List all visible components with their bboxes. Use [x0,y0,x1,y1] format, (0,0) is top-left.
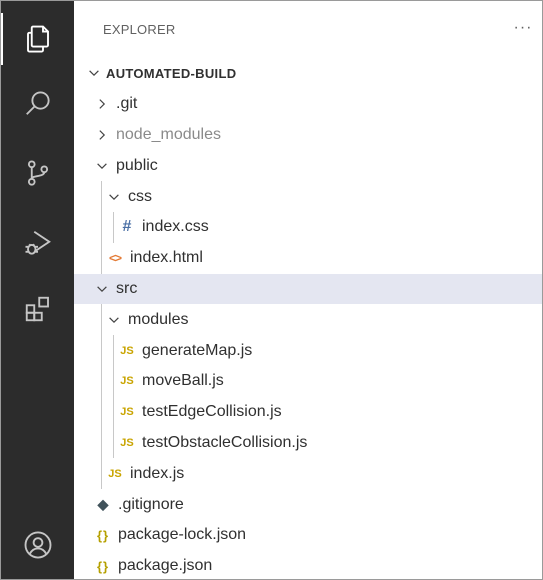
tree-item-label: .git [116,95,138,113]
more-actions-button[interactable]: ··· [512,19,534,41]
js-icon: JS [120,406,134,419]
explorer-sidebar: EXPLORER ··· AUTOMATED-BUILD .git node_mo… [74,1,542,579]
chevron-down-icon [94,281,110,297]
tree-item-label: testEdgeCollision.js [142,403,282,421]
tree-item-label: public [116,156,158,174]
indent-guide [101,242,102,274]
chevron-down-icon [106,189,122,205]
folder-row[interactable]: src [74,273,542,305]
indent-guide [101,335,102,366]
file-row[interactable]: JS index.js [74,458,542,490]
indent-guide [101,458,102,490]
folder-row[interactable]: node_modules [74,120,542,151]
indent-guide [113,427,114,459]
extensions-icon[interactable] [1,283,74,335]
run-debug-icon[interactable] [1,217,74,269]
indent-guide [101,181,102,212]
git-diamond-icon: ◆ [97,496,109,513]
indent-guide [113,396,114,428]
file-row[interactable]: {} package.json [74,551,542,579]
tree-item-label: index.js [130,464,185,482]
html-icon: <> [108,251,122,266]
indent-guide [101,211,102,243]
explorer-icon[interactable] [1,13,74,65]
tree-item-label: css [128,187,152,205]
tree-item-label: modules [128,310,189,328]
chevron-right-icon [94,96,110,112]
tree-item-label: index.html [130,249,203,267]
file-row[interactable]: JS moveBall.js [74,365,542,397]
folder-row[interactable]: .git [74,89,542,120]
vscode-window: EXPLORER ··· AUTOMATED-BUILD .git node_mo… [0,0,543,580]
css-hash-icon: # [122,218,132,236]
indent-guide [113,335,114,366]
file-row[interactable]: ◆ .gitignore [74,489,542,520]
tree-item-label: package-lock.json [118,526,247,544]
indent-guide [113,211,114,243]
tree-item-label: generateMap.js [142,341,253,359]
js-icon: JS [120,344,134,357]
tree-item-label: .gitignore [118,495,184,513]
accounts-icon[interactable] [1,519,74,571]
indent-guide [101,365,102,397]
js-icon: JS [108,467,122,480]
file-row[interactable]: JS testObstacleCollision.js [74,427,542,459]
indent-guide [101,427,102,459]
sidebar-header: EXPLORER ··· [74,19,542,47]
indent-guide [101,304,102,336]
tree-item-label: package.json [118,557,213,575]
root-folder-label: AUTOMATED-BUILD [106,65,237,81]
folder-row[interactable]: public [74,150,542,181]
file-row[interactable]: {} package-lock.json [74,520,542,551]
indent-guide [101,396,102,428]
sidebar-title: EXPLORER [103,22,176,37]
tree-item-label: moveBall.js [142,372,224,390]
chevron-down-icon [106,312,122,328]
search-icon[interactable] [1,77,74,129]
chevron-down-icon [86,65,102,81]
tree-item-label: testObstacleCollision.js [142,433,308,451]
file-row[interactable]: # index.css [74,211,542,243]
file-row[interactable]: JS generateMap.js [74,335,542,366]
source-control-icon[interactable] [1,147,74,199]
tree-item-label: index.css [142,218,209,236]
indent-guide [113,365,114,397]
js-icon: JS [120,375,134,388]
js-icon: JS [120,436,134,449]
tree-item-label: node_modules [116,125,221,143]
json-braces-icon: {} [96,558,110,574]
chevron-down-icon [94,158,110,174]
file-row[interactable]: JS testEdgeCollision.js [74,396,542,428]
json-braces-icon: {} [96,527,110,543]
folder-row[interactable]: css [74,181,542,212]
root-folder-row[interactable]: AUTOMATED-BUILD [74,58,542,89]
folder-row[interactable]: modules [74,304,542,336]
tree-item-label: src [116,279,138,297]
chevron-right-icon [94,127,110,143]
activity-bar [1,1,74,579]
file-tree: AUTOMATED-BUILD .git node_modulespublic cs… [74,58,542,579]
file-row[interactable]: <> index.html [74,242,542,274]
